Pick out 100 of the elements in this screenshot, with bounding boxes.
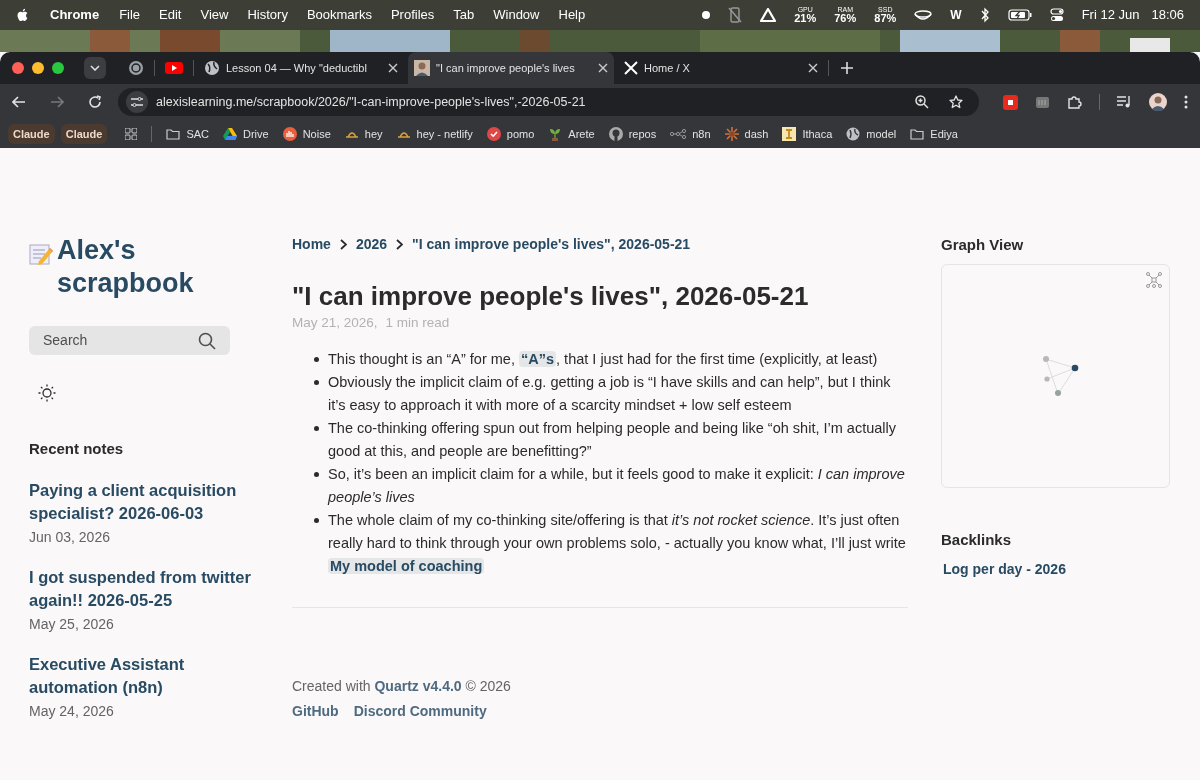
theme-toggle-icon[interactable] bbox=[38, 384, 56, 402]
puzzle-icon[interactable] bbox=[1067, 94, 1082, 110]
dot-icon[interactable] bbox=[702, 11, 711, 19]
search-field[interactable]: Search bbox=[29, 326, 230, 355]
bookmark-item[interactable]: Arete bbox=[548, 125, 595, 143]
close-icon[interactable] bbox=[388, 63, 398, 73]
menu-item[interactable]: Tab bbox=[453, 5, 475, 25]
reload-icon[interactable] bbox=[88, 95, 102, 109]
bookmark-item[interactable]: hey bbox=[344, 125, 383, 143]
stat-value: 87% bbox=[874, 13, 897, 24]
menu-item[interactable]: Edit bbox=[159, 5, 182, 25]
footer-link[interactable]: GitHub bbox=[292, 701, 339, 723]
note-link[interactable]: Paying a client acquisition specialist? 2026-06-03 bbox=[29, 478, 260, 525]
window-control-icon[interactable] bbox=[32, 62, 44, 74]
menu-item[interactable]: View bbox=[200, 5, 229, 25]
menu-item[interactable]: Help bbox=[558, 5, 586, 25]
chevron-down-icon bbox=[90, 65, 100, 71]
folder-icon bbox=[166, 128, 181, 140]
hey-icon bbox=[396, 129, 411, 139]
tab-search-button[interactable] bbox=[84, 57, 106, 79]
globe-icon bbox=[846, 127, 861, 141]
control-center-icon[interactable] bbox=[1049, 8, 1064, 22]
folder-icon bbox=[910, 128, 925, 140]
page-meta: 1 min read bbox=[385, 314, 450, 332]
globe-icon bbox=[204, 60, 220, 76]
more-menu-icon[interactable] bbox=[1184, 95, 1188, 109]
bookmark-item[interactable]: pomo bbox=[486, 125, 535, 143]
media-queue-icon[interactable] bbox=[1117, 95, 1132, 109]
bars-icon bbox=[282, 127, 297, 141]
extension-icon[interactable] bbox=[1035, 94, 1050, 110]
record-icon[interactable] bbox=[1003, 94, 1018, 110]
bluetooth-icon[interactable] bbox=[979, 7, 990, 23]
bookmark-item[interactable]: repos bbox=[608, 125, 657, 143]
app-menu[interactable]: Chrome bbox=[50, 5, 100, 25]
section-heading: Recent notes bbox=[29, 439, 125, 459]
breadcrumb-link[interactable]: Home bbox=[292, 234, 331, 255]
menu-date[interactable]: Fri 12 Jun bbox=[1081, 5, 1140, 25]
note-link[interactable]: “A”s bbox=[519, 351, 557, 368]
note-link[interactable]: My model of coaching bbox=[328, 558, 485, 575]
menu-time[interactable]: 18:06 bbox=[1151, 5, 1184, 25]
address-bar[interactable]: alexislearning.me/scrapbook/2026/"I-can-improve-people's-lives",-2026-05-21 bbox=[118, 88, 979, 116]
bullet-text: Obviously the implicit claim of e.g. getting a job is “I have skills and can help”, but I think it’s easy to approach it with more of a scarcity mindset + low self esteem bbox=[328, 373, 892, 416]
back-icon[interactable] bbox=[12, 96, 26, 108]
breadcrumb-link[interactable]: 2026 bbox=[355, 234, 388, 255]
apps-grid-icon[interactable] bbox=[125, 128, 138, 140]
bookmark-item[interactable]: model bbox=[846, 125, 897, 143]
bullet-icon bbox=[314, 518, 319, 524]
close-icon[interactable] bbox=[808, 63, 818, 73]
new-tab-icon[interactable] bbox=[841, 62, 853, 74]
menu-item[interactable]: Profiles bbox=[390, 5, 435, 25]
browser-tab[interactable]: Home / X bbox=[618, 54, 824, 82]
bowl-icon[interactable] bbox=[914, 9, 933, 21]
browser-tab[interactable]: "I can improve people's lives bbox=[408, 52, 614, 84]
bookmark-item[interactable]: SAC bbox=[166, 125, 209, 143]
url-text: alexislearning.me/scrapbook/2026/"I-can-improve-people's-lives",-2026-05-21 bbox=[156, 93, 587, 111]
battery-icon[interactable] bbox=[1007, 9, 1032, 21]
triangle-icon[interactable] bbox=[760, 8, 777, 22]
menu-extra[interactable]: W bbox=[950, 6, 962, 24]
zoom-icon[interactable] bbox=[915, 95, 929, 109]
bookmark-item[interactable]: Ediya bbox=[910, 125, 958, 143]
breadcrumb-link[interactable]: "I can improve people's lives", 2026-05-21 bbox=[412, 234, 691, 255]
profile-avatar-icon[interactable] bbox=[1149, 93, 1167, 111]
pinned-tab-icon[interactable] bbox=[128, 60, 144, 76]
bookmark-item[interactable]: Ithaca bbox=[782, 125, 833, 143]
github-icon bbox=[608, 127, 623, 141]
bookmark-item[interactable]: Claude bbox=[60, 123, 108, 145]
bookmark-item[interactable]: Drive bbox=[223, 125, 269, 143]
bookmark-item[interactable]: hey - netlify bbox=[396, 125, 473, 143]
note-link[interactable]: Executive Assistant automation (n8n) bbox=[29, 652, 260, 699]
phone-off-icon[interactable] bbox=[728, 7, 743, 23]
close-icon[interactable] bbox=[598, 63, 608, 73]
window-control-icon[interactable] bbox=[12, 62, 24, 74]
footer-link[interactable]: Discord Community bbox=[353, 701, 487, 723]
bookmark-item[interactable]: Claude bbox=[8, 123, 55, 145]
graph-icon[interactable] bbox=[1146, 271, 1162, 288]
bullet-icon bbox=[314, 472, 319, 478]
tab-title: Lesson 04 — Why "deductibl bbox=[226, 60, 368, 76]
note-link[interactable]: I got suspended from twitter again!! 2026-05-25 bbox=[29, 565, 260, 612]
bookmark-item[interactable]: n8n bbox=[670, 125, 711, 143]
menu-item[interactable]: File bbox=[119, 5, 141, 25]
menu-item[interactable]: Bookmarks bbox=[306, 5, 372, 25]
backlink[interactable]: Log per day - 2026 bbox=[943, 559, 1170, 580]
graph-drawing[interactable] bbox=[1042, 355, 1080, 396]
forward-icon[interactable] bbox=[50, 96, 64, 108]
browser-tab[interactable]: Lesson 04 — Why "deductibl bbox=[198, 54, 404, 82]
section-heading: Graph View bbox=[941, 235, 1025, 255]
menu-item[interactable]: History bbox=[247, 5, 288, 25]
note-link[interactable]: Quartz v4.4.0 bbox=[374, 678, 462, 695]
footer-credit: Created with Quartz v4.4.0 © 2026 bbox=[292, 677, 512, 697]
star-icon[interactable] bbox=[949, 95, 963, 109]
site-title[interactable]: Alex's scrapbook bbox=[57, 234, 260, 300]
site-info-button[interactable] bbox=[126, 91, 148, 113]
bookmark-item[interactable]: dash bbox=[724, 125, 769, 143]
burst-icon bbox=[724, 127, 739, 141]
section-heading: Backlinks bbox=[941, 529, 1013, 550]
menu-item[interactable]: Window bbox=[493, 5, 540, 25]
bookmark-item[interactable]: Noise bbox=[282, 125, 331, 143]
video-tab-icon[interactable] bbox=[165, 61, 183, 75]
chevron-right-icon bbox=[396, 239, 404, 250]
window-control-icon[interactable] bbox=[52, 62, 64, 74]
